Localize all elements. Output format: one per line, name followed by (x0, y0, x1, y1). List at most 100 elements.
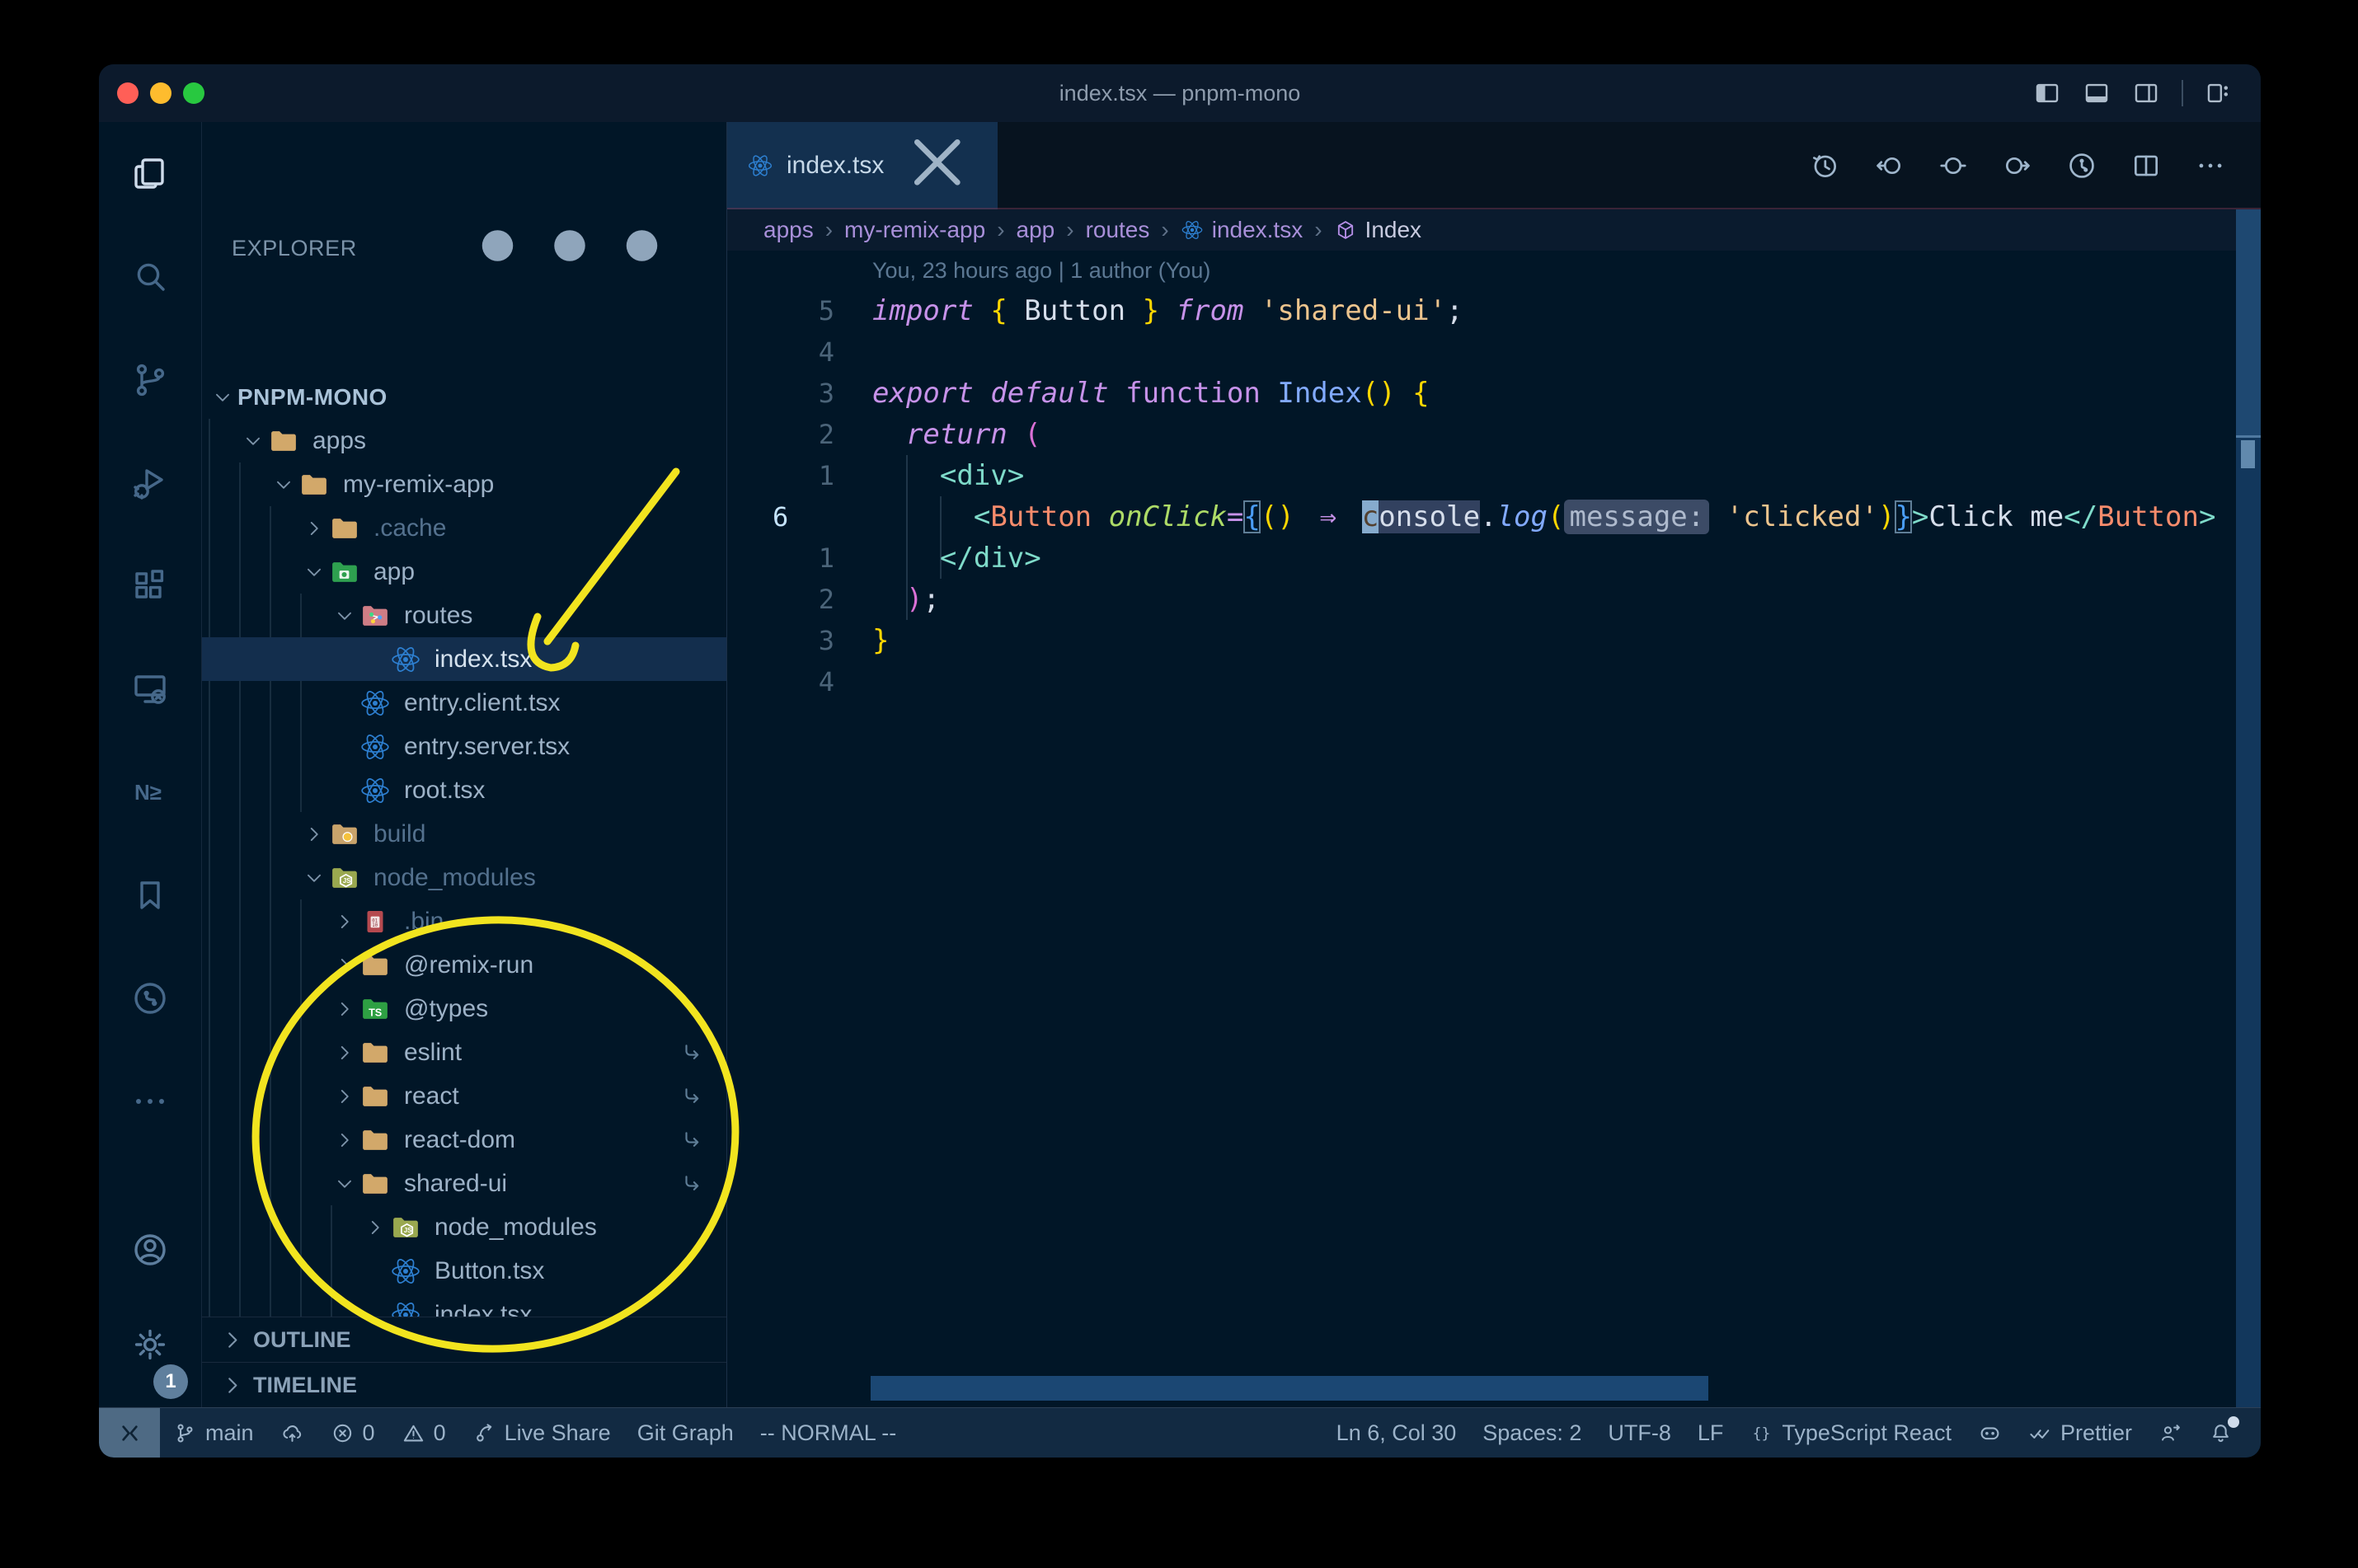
code-line-6[interactable]: 6 <Button onClick={() ⇒ console.log(mess… (727, 496, 2261, 538)
tree-item-pnpm-mono[interactable]: PNPM-MONO (202, 375, 726, 419)
code-editor[interactable]: You, 23 hours ago | 1 author (You) 5 impo… (727, 251, 2261, 1407)
bookmarks-button[interactable] (99, 843, 201, 946)
outline-section[interactable]: OUTLINE (202, 1317, 726, 1362)
tree-item-build[interactable]: build (202, 812, 726, 856)
tree-item-button-tsx[interactable]: Button.tsx (202, 1249, 726, 1293)
tree-item-eslint[interactable]: eslint (202, 1030, 726, 1074)
status-remote[interactable] (99, 1408, 160, 1458)
horizontal-scrollbar[interactable] (871, 1376, 1708, 1401)
code-line-3[interactable]: 3 export default function Index() { (727, 373, 2261, 414)
chevron-right-icon[interactable] (298, 513, 329, 543)
status-warnings[interactable]: 0 (388, 1408, 459, 1458)
tree-item-node-modules[interactable]: JS node_modules (202, 1205, 726, 1249)
chevron-right-icon[interactable] (329, 993, 359, 1024)
breadcrumb-item-apps[interactable]: apps (763, 217, 814, 243)
history-button[interactable] (1809, 150, 1840, 181)
chevron-down-icon[interactable] (298, 862, 329, 893)
tree-item-index-tsx[interactable]: index.tsx (202, 637, 726, 681)
tree-item-root-tsx[interactable]: root.tsx (202, 768, 726, 812)
status-prettier[interactable]: Prettier (2015, 1408, 2145, 1458)
tree-item-bin[interactable]: 01 10 .bin (202, 899, 726, 943)
code-line-2[interactable]: 2 ); (727, 579, 2261, 620)
code-line-1[interactable]: 1 </div> (727, 538, 2261, 579)
chevron-down-icon[interactable] (237, 425, 268, 456)
chevron-down-icon[interactable] (329, 600, 359, 631)
code-line-5[interactable]: 5 import { Button } from 'shared-ui'; (727, 290, 2261, 331)
breadcrumb-item-my-remix-app[interactable]: my-remix-app (844, 217, 985, 243)
chevron-right-icon[interactable] (298, 819, 329, 849)
breadcrumb-item-index[interactable]: Index (1334, 217, 1421, 243)
code-line-3[interactable]: 3} (727, 620, 2261, 661)
search-button[interactable] (99, 225, 201, 328)
chevron-right-icon[interactable] (329, 906, 359, 937)
close-tab-icon[interactable] (897, 122, 978, 209)
tree-item-index-tsx[interactable]: index.tsx (202, 1293, 726, 1317)
more-views-button[interactable] (99, 1049, 201, 1153)
status-branch[interactable]: main (160, 1408, 267, 1458)
chevron-right-icon[interactable] (359, 1212, 390, 1242)
status-language-mode[interactable]: {} TypeScript React (1736, 1408, 1965, 1458)
chevron-right-icon[interactable] (329, 1037, 359, 1068)
scrollbar-thumb[interactable] (2236, 209, 2261, 438)
status-errors[interactable]: 0 (317, 1408, 388, 1458)
breadcrumb-item-app[interactable]: app (1017, 217, 1055, 243)
file-history-button[interactable] (2066, 150, 2097, 181)
chevron-right-icon[interactable] (329, 1081, 359, 1111)
status-git-graph[interactable]: Git Graph (624, 1408, 747, 1458)
tree-item-react-dom[interactable]: react-dom (202, 1118, 726, 1162)
tree-item-routes[interactable]: routes (202, 594, 726, 637)
chevron-down-icon[interactable] (329, 1168, 359, 1199)
chevron-down-icon[interactable] (268, 469, 298, 500)
tree-item-react[interactable]: react (202, 1074, 726, 1118)
timeline-section[interactable]: TIMELINE (202, 1362, 726, 1407)
nx-console-button[interactable]: N≥ (99, 740, 201, 843)
breadcrumb-item-routes[interactable]: routes (1086, 217, 1150, 243)
status-notifications[interactable] (2196, 1408, 2246, 1458)
chevron-down-icon[interactable] (207, 382, 237, 412)
tree-item-my-remix-app[interactable]: my-remix-app (202, 462, 726, 506)
remote-explorer-button[interactable] (99, 637, 201, 740)
layout-sidebar-left-button[interactable] (2033, 79, 2061, 107)
split-editor-button[interactable] (2130, 150, 2162, 181)
tree-item-types[interactable]: TS @types (202, 987, 726, 1030)
next-change-button[interactable] (2002, 150, 2033, 181)
tree-item-cache[interactable]: .cache (202, 506, 726, 550)
tab-index-tsx[interactable]: index.tsx (727, 122, 998, 209)
tree-item-node-modules[interactable]: JS node_modules (202, 856, 726, 899)
layout-panel-button[interactable] (2083, 79, 2111, 107)
tree-item-remix-run[interactable]: @remix-run (202, 943, 726, 987)
status-sync[interactable] (267, 1408, 317, 1458)
layout-sidebar-right-button[interactable] (2132, 79, 2160, 107)
tree-item-app[interactable]: app (202, 550, 726, 594)
more-h-button[interactable] (2195, 150, 2226, 181)
status-cursor-position[interactable]: Ln 6, Col 30 (1323, 1408, 1470, 1458)
tree-item-shared-ui[interactable]: shared-ui (202, 1162, 726, 1205)
prev-change-button[interactable] (1873, 150, 1905, 181)
account-button[interactable] (99, 1204, 201, 1295)
chevron-down-icon[interactable] (298, 556, 329, 587)
code-line-1[interactable]: 1 <div> (727, 455, 2261, 496)
status-live-share[interactable]: Live Share (459, 1408, 624, 1458)
tree-item-apps[interactable]: apps (202, 419, 726, 462)
status-feedback[interactable] (2145, 1408, 2196, 1458)
settings-button[interactable]: 1 (99, 1295, 201, 1407)
explorer-button[interactable] (99, 122, 201, 225)
explorer-more-actions-button[interactable] (446, 122, 693, 375)
code-line-4[interactable]: 4 (727, 331, 2261, 373)
breadcrumb-item-index-tsx[interactable]: index.tsx (1181, 217, 1303, 243)
tree-item-entry-client-tsx[interactable]: entry.client.tsx (202, 681, 726, 725)
tree-item-entry-server-tsx[interactable]: entry.server.tsx (202, 725, 726, 768)
run-debug-button[interactable] (99, 431, 201, 534)
status-vim-mode[interactable]: -- NORMAL -- (747, 1408, 909, 1458)
status-indentation[interactable]: Spaces: 2 (1469, 1408, 1595, 1458)
code-line-2[interactable]: 2 return ( (727, 414, 2261, 455)
status-copilot[interactable] (1965, 1408, 2015, 1458)
git-graph-button[interactable] (99, 946, 201, 1049)
chevron-right-icon[interactable] (329, 1124, 359, 1155)
source-control-button[interactable] (99, 328, 201, 431)
code-line-4[interactable]: 4 (727, 661, 2261, 702)
status-encoding[interactable]: UTF-8 (1595, 1408, 1684, 1458)
chevron-right-icon[interactable] (329, 950, 359, 980)
status-eol[interactable]: LF (1684, 1408, 1737, 1458)
extensions-button[interactable] (99, 534, 201, 637)
